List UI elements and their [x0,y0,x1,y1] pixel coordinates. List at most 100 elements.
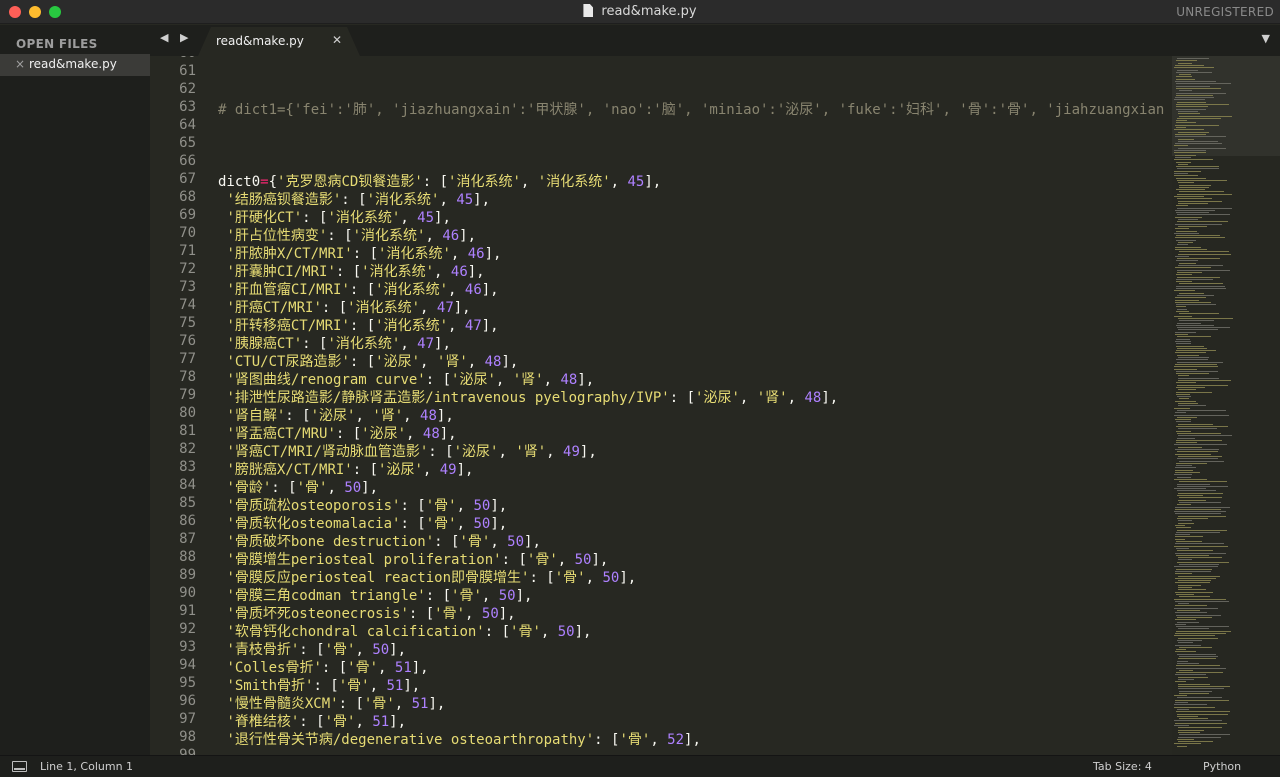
minimap-line [1178,446,1203,448]
tab-close-icon[interactable]: ✕ [332,33,342,47]
minimap-line [1176,665,1220,667]
code-token: 49 [563,444,580,460]
minimap-line [1177,688,1225,690]
minimap-line [1174,223,1223,225]
minimap-line [1176,230,1198,232]
code-token: dict0 [218,174,261,190]
code-token: 'Colles骨折' [226,660,322,676]
close-file-icon[interactable]: × [15,57,25,71]
minimap-line [1176,106,1209,108]
minimap-line [1175,64,1204,66]
code-token: 52 [667,732,685,748]
minimap-line [1178,262,1196,264]
minimap-line [1177,269,1231,271]
minimap-line [1177,322,1201,324]
code-token: : [ [321,660,348,676]
minimap-line [1177,198,1213,200]
minimap-line [1177,207,1232,209]
minimap-line [1174,67,1214,69]
code-token: , [456,498,474,514]
minimap-line [1175,419,1191,421]
code-token: 51 [386,678,404,694]
code-line: dict0={'克罗恩病CD钡餐造影': ['消化系统', '消化系统', 45… [218,171,661,191]
minimap-line [1177,660,1189,662]
minimap-line [1176,649,1187,651]
minimap-line [1175,311,1190,312]
minimap-line [1178,251,1229,253]
code-token: : [ [349,354,376,370]
minimap-line [1176,76,1192,78]
code-token: : [ [349,318,376,334]
minimap-line [1175,568,1212,570]
minimap-line [1177,242,1194,243]
minimap-line [1177,193,1232,195]
code-editor[interactable]: # dict1={'fei':'肺', 'jiazhuangxain':'甲状腺… [218,56,1172,755]
minimap-line [1174,237,1226,239]
minimap-line [1177,492,1224,494]
minimap-line [1177,603,1189,605]
line-number: 65 [179,135,196,151]
minimap-line [1177,329,1219,331]
code-token: '青枝骨折' [226,642,300,658]
tab-size-setting[interactable]: Tab Size: 4 [1093,760,1152,773]
line-number: 72 [179,261,196,277]
code-token: , [495,372,513,388]
tab-read-make-py[interactable]: read&make.py ✕ [198,27,360,56]
minimap-line [1174,173,1189,174]
code-token: ], [439,426,457,442]
minimap-line [1175,136,1226,138]
minimap-line [1175,301,1211,303]
minimap-line [1178,317,1233,319]
line-number: 90 [179,585,196,601]
line-number: 78 [179,369,196,385]
minimap-line [1176,336,1211,338]
code-token: '结肠癌钡餐造影' [226,192,342,208]
code-token: '骨' [324,714,356,730]
minimap-line [1176,108,1207,110]
code-token: , [557,552,575,568]
minimap-line [1174,145,1188,147]
code-token: # dict1={'fei':'肺', 'jiazhuangxain':'甲状腺… [218,102,1165,118]
line-number: 84 [179,477,196,493]
minimap-line [1174,232,1199,234]
code-token: '肝占位性病变' [226,228,328,244]
code-token: : [ [408,606,435,622]
minimap-line [1175,246,1201,248]
code-token: '骨质破坏bone destruction' [226,534,435,550]
minimap-line [1176,547,1190,549]
minimap-line [1174,152,1207,154]
code-token: '肾' [756,390,788,406]
minimap-line [1176,458,1218,460]
code-line: 'Colles骨折': ['骨', 51], [218,657,428,677]
minimap-line [1178,313,1219,315]
minimap-line [1177,587,1193,588]
line-number: 91 [179,603,196,619]
code-token: 50 [574,552,592,568]
line-number: 83 [179,459,196,475]
tab-bar: ◀ ▶ read&make.py ✕ ▼ [150,25,1280,56]
code-token: '消化系统' [378,246,451,262]
code-token: : [ [313,678,339,694]
code-token: '脊椎结核' [226,714,300,730]
line-number: 64 [179,117,196,133]
code-token: , [378,660,395,676]
panel-toggle-icon[interactable] [12,761,27,772]
tab-nav-arrows-icon[interactable]: ◀ ▶ [160,31,192,44]
line-number: 61 [179,63,196,79]
sidebar-file-item[interactable]: × read&make.py [0,54,150,76]
minimap-line [1178,741,1214,743]
code-token: : [ [299,642,325,658]
code-token: , [585,570,603,586]
minimap-line [1174,598,1227,600]
minimap-line [1175,120,1187,122]
syntax-selector[interactable]: Python [1203,760,1241,773]
cursor-position[interactable]: Line 1, Column 1 [40,760,133,773]
minimap[interactable] [1172,56,1280,755]
tab-menu-icon[interactable]: ▼ [1262,32,1270,45]
minimap-line [1176,738,1194,740]
minimap-line [1178,405,1207,407]
code-token: 50 [602,570,620,586]
minimap-line [1175,612,1208,614]
minimap-line [1174,290,1196,292]
minimap-line [1175,449,1220,450]
